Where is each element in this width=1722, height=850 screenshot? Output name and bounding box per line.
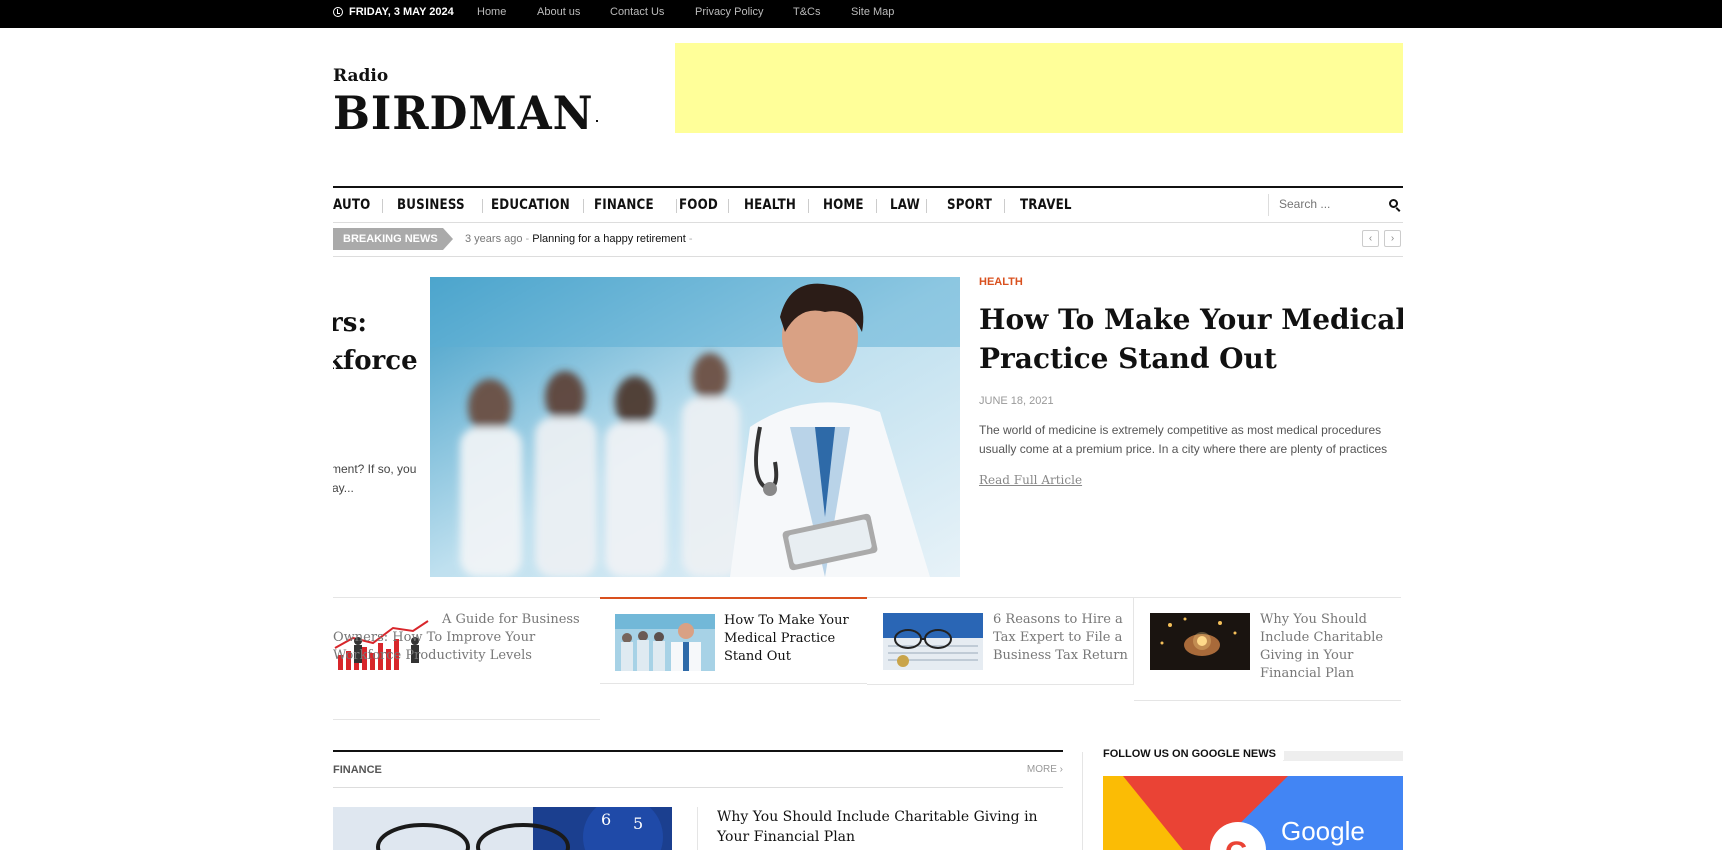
logo-dot <box>596 120 598 122</box>
nav-item-health[interactable]: HEALTH <box>744 197 796 213</box>
hero-excerpt-line: The world of medicine is extremely compe… <box>979 423 1382 437</box>
hero-image-doctor[interactable] <box>430 277 960 577</box>
svg-text:5: 5 <box>633 814 643 833</box>
previous-slide-excerpt: ment? If so, you ay... <box>333 460 428 498</box>
chevron-right-icon[interactable]: › <box>1384 230 1401 247</box>
chevron-right-icon: › <box>1059 764 1063 775</box>
finance-article-title[interactable]: Why You Should Include Charitable Giving… <box>717 807 1057 847</box>
breaking-news-ticker: 3 years ago - Planning for a happy retir… <box>465 233 693 245</box>
carousel-item-title[interactable]: Why You Should Include Charitable Giving… <box>1260 611 1404 683</box>
nav-divider <box>876 199 877 213</box>
carousel-item[interactable]: 6 Reasons to Hire a Tax Expert to File a… <box>867 597 1134 685</box>
top-link-sitemap[interactable]: Site Map <box>851 6 894 18</box>
logo-small-text[interactable]: Radio <box>333 66 388 86</box>
current-date: FRIDAY, 3 MAY 2024 <box>333 6 454 18</box>
google-news-banner[interactable]: G Google <box>1103 776 1403 850</box>
top-link-privacy[interactable]: Privacy Policy <box>695 6 763 18</box>
breaking-news-time: 3 years ago <box>465 233 523 245</box>
carousel-item[interactable]: A Guide for Business Owners: How To Impr… <box>333 597 600 720</box>
google-news-heading: FOLLOW US ON GOOGLE NEWS <box>1103 748 1403 762</box>
hero-title-line: Practice Stand Out <box>979 342 1277 375</box>
nav-divider <box>1004 199 1005 213</box>
search-input[interactable] <box>1279 197 1379 211</box>
google-wordmark: Google <box>1281 816 1365 846</box>
previous-slide-title-line: kforce <box>333 346 418 376</box>
top-bar: FRIDAY, 3 MAY 2024 Home About us Contact… <box>0 0 1722 28</box>
divider <box>1082 752 1083 850</box>
chevron-left-icon[interactable]: ‹ <box>1362 230 1379 247</box>
read-full-article-link[interactable]: Read Full Article <box>979 473 1082 487</box>
hero-category-label[interactable]: HEALTH <box>979 276 1023 288</box>
previous-slide-title-line: rs: <box>333 308 367 338</box>
carousel-item-active[interactable]: How To Make Your Medical Practice Stand … <box>600 597 867 684</box>
carousel-item-title[interactable]: 6 Reasons to Hire a Tax Expert to File a… <box>993 611 1128 665</box>
search-icon[interactable] <box>1389 199 1398 208</box>
nav-item-education[interactable]: EDUCATION <box>491 197 570 213</box>
nav-item-business[interactable]: BUSINESS <box>397 197 465 213</box>
breaking-news-label: BREAKING NEWS <box>333 228 453 250</box>
nav-divider <box>382 199 383 213</box>
hero-article-title[interactable]: How To Make Your Medical Practice Stand … <box>979 300 1403 378</box>
clock-icon <box>333 7 343 17</box>
svg-text:6: 6 <box>601 810 611 829</box>
article-carousel: A Guide for Business Owners: How To Impr… <box>333 597 1403 722</box>
divider <box>697 807 698 850</box>
previous-slide-excerpt-line: ay... <box>333 481 354 495</box>
breaking-news-headline[interactable]: Planning for a happy retirement <box>532 233 685 245</box>
carousel-thumbnail-doctor[interactable] <box>615 614 715 671</box>
carousel-thumbnail-charity[interactable] <box>1150 613 1250 670</box>
logo-text[interactable]: BIRDMAN <box>333 86 593 140</box>
carousel-item-title[interactable]: A Guide for Business Owners: How To Impr… <box>333 611 600 665</box>
hero-excerpt-line: usually come at a premium price. In a ci… <box>979 442 1388 456</box>
nav-divider <box>728 199 729 213</box>
finance-article-image[interactable]: 6 5 <box>333 807 672 850</box>
advertisement-banner[interactable] <box>675 43 1403 133</box>
nav-item-finance[interactable]: FINANCE <box>594 197 654 213</box>
more-link-label: MORE <box>1026 764 1057 775</box>
finance-section-label[interactable]: FINANCE <box>333 764 382 776</box>
google-news-heading-text: FOLLOW US ON GOOGLE NEWS <box>1103 748 1284 760</box>
previous-slide-title[interactable]: rs: kforce <box>333 304 428 380</box>
hero-article-date: JUNE 18, 2021 <box>979 395 1054 407</box>
breaking-news-bar: BREAKING NEWS 3 years ago - Planning for… <box>333 228 1403 257</box>
date-text: FRIDAY, 3 MAY 2024 <box>349 6 454 18</box>
top-link-home[interactable]: Home <box>477 6 506 18</box>
hero-article-excerpt: The world of medicine is extremely compe… <box>979 421 1403 459</box>
nav-item-travel[interactable]: TRAVEL <box>1020 197 1072 213</box>
google-g-icon: G <box>1225 836 1248 850</box>
nav-divider <box>808 199 809 213</box>
nav-divider <box>676 199 677 213</box>
top-link-contact[interactable]: Contact Us <box>610 6 664 18</box>
top-link-about[interactable]: About us <box>537 6 580 18</box>
heading-rule <box>1283 751 1403 761</box>
carousel-item[interactable]: Why You Should Include Charitable Giving… <box>1134 597 1401 701</box>
nav-item-law[interactable]: LAW <box>890 197 920 213</box>
finance-section-header: FINANCE MORE › <box>333 750 1063 788</box>
carousel-item-title[interactable]: How To Make Your Medical Practice Stand … <box>724 612 859 666</box>
nav-divider <box>926 199 927 213</box>
nav-item-sport[interactable]: SPORT <box>947 197 992 213</box>
nav-divider <box>482 199 483 213</box>
carousel-thumbnail-tax[interactable] <box>883 613 983 670</box>
search-box <box>1268 194 1403 216</box>
nav-item-home[interactable]: HOME <box>823 197 864 213</box>
nav-item-food[interactable]: FOOD <box>679 197 718 213</box>
top-link-tcs[interactable]: T&Cs <box>793 6 821 18</box>
nav-item-auto[interactable]: AUTO <box>333 197 370 213</box>
nav-divider <box>583 199 584 213</box>
previous-slide-excerpt-line: ment? If so, you <box>333 462 417 476</box>
hero-title-line: How To Make Your Medical <box>979 303 1403 336</box>
main-nav: AUTO BUSINESS EDUCATION FINANCE FOOD HEA… <box>333 186 1403 223</box>
more-link[interactable]: MORE › <box>1027 764 1063 775</box>
